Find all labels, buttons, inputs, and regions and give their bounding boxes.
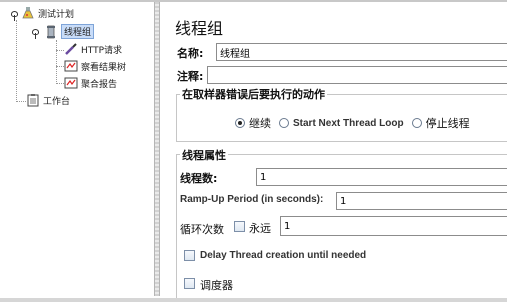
scheduler-label: 调度器 — [200, 279, 233, 292]
jmeter-window: 测试计划 线程组 HTTP请求 察看结果树 聚合报告 工作台 线程组 名称: 线… — [0, 0, 507, 302]
option-continue-label: 继续 — [249, 117, 271, 130]
flask-icon — [21, 6, 35, 20]
tree-node-label: 察看结果树 — [81, 62, 127, 73]
name-label: 名称: — [177, 47, 204, 60]
tree-line — [56, 50, 64, 51]
tree-line — [56, 40, 57, 84]
tree-node-label: 工作台 — [43, 96, 71, 107]
radio-start-next-loop[interactable] — [279, 118, 289, 128]
forever-checkbox[interactable] — [234, 221, 245, 232]
pipette-icon — [64, 42, 78, 56]
spool-icon — [44, 25, 58, 39]
loop-count-label: 循环次数 — [180, 223, 224, 236]
tree-node-aggregate-report[interactable]: 聚合报告 — [64, 76, 117, 90]
rampup-value: 1 — [340, 195, 347, 207]
option-stop-thread-label: 停止线程 — [425, 117, 470, 130]
tree-node-label: HTTP请求 — [81, 45, 123, 56]
tree-node-results-tree[interactable]: 察看结果树 — [64, 59, 126, 73]
chart-monitor-icon — [64, 76, 78, 90]
delay-thread-checkbox[interactable] — [184, 250, 195, 261]
test-plan-tree: 测试计划 线程组 HTTP请求 察看结果树 聚合报告 工作台 — [2, 2, 154, 296]
error-action-options: 继续 Start Next Thread Loop 停止线程 — [235, 115, 478, 131]
chart-monitor-icon — [64, 59, 78, 73]
tree-node-label: 聚合报告 — [81, 79, 118, 90]
rampup-field[interactable]: 1 — [336, 192, 507, 210]
comment-label: 注释: — [177, 70, 204, 83]
threads-label: 线程数: — [180, 172, 218, 185]
scheduler-checkbox[interactable] — [184, 278, 195, 289]
forever-label: 永远 — [249, 222, 271, 235]
name-field[interactable]: 线程组 — [216, 43, 507, 61]
error-action-title: 在取样器错误后要执行的动作 — [180, 86, 327, 102]
thread-group-panel: 线程组 名称: 线程组 注释: 在取样器错误后要执行的动作 继续 Start N… — [160, 2, 507, 298]
tree-node-label: 线程组 — [61, 24, 95, 39]
radio-stop-thread[interactable] — [411, 118, 422, 128]
expand-toggle-thread-group[interactable] — [31, 29, 40, 39]
tree-line — [56, 66, 64, 67]
tree-line — [16, 101, 26, 102]
option-start-next-loop-label: Start Next Thread Loop — [293, 117, 404, 129]
tree-line — [16, 20, 17, 102]
expand-toggle-test-plan[interactable] — [10, 11, 19, 21]
threads-value: 1 — [260, 171, 267, 183]
tree-line — [56, 83, 64, 84]
delay-thread-label: Delay Thread creation until needed — [200, 250, 367, 261]
thread-properties-title: 线程属性 — [180, 147, 228, 163]
loop-count-field[interactable]: 1 — [280, 216, 507, 236]
comment-field[interactable] — [207, 66, 507, 84]
tree-node-label: 测试计划 — [38, 9, 75, 20]
tree-node-workbench[interactable]: 工作台 — [26, 93, 70, 107]
window-bottom-border — [0, 298, 507, 302]
radio-continue[interactable] — [235, 118, 245, 128]
page-title: 线程组 — [175, 19, 224, 38]
loop-count-value: 1 — [284, 220, 291, 232]
rampup-label: Ramp-Up Period (in seconds): — [180, 194, 324, 205]
name-value: 线程组 — [220, 48, 250, 60]
tree-node-test-plan[interactable]: 测试计划 — [21, 6, 74, 20]
tree-node-thread-group[interactable]: 线程组 — [44, 24, 95, 39]
clipboard-icon — [26, 93, 40, 107]
tree-node-http-request[interactable]: HTTP请求 — [64, 42, 122, 56]
threads-field[interactable]: 1 — [256, 168, 507, 186]
